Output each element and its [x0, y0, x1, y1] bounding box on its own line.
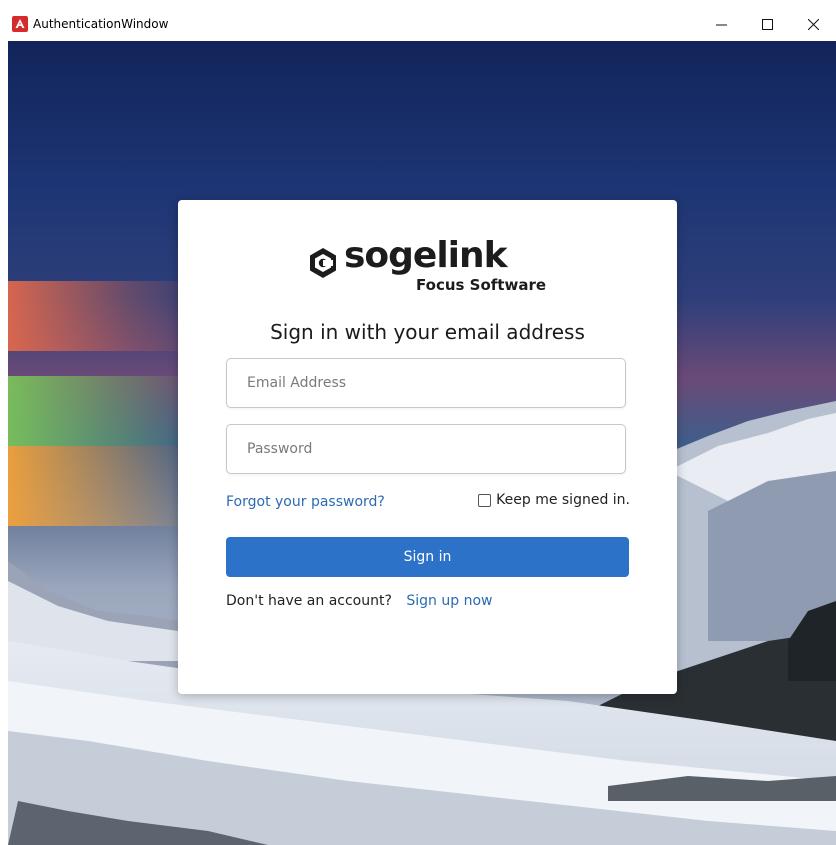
authentication-window: AuthenticationWindow sogelink Focus Soft…	[8, 8, 836, 845]
sign-up-link[interactable]: Sign up now	[406, 593, 492, 609]
password-placeholder: Password	[247, 441, 313, 457]
keep-signed-in-checkbox[interactable]	[478, 493, 492, 507]
email-placeholder: Email Address	[247, 375, 347, 391]
sogelink-logo-icon	[310, 248, 336, 278]
sign-in-label: Sign in	[403, 549, 452, 565]
form-heading: Sign in with your email address	[270, 320, 585, 344]
close-icon	[807, 19, 819, 30]
app-logo-icon	[12, 16, 28, 32]
minimize-button[interactable]	[698, 8, 744, 41]
minimize-icon	[715, 24, 727, 26]
maximize-button[interactable]	[744, 8, 790, 41]
sign-in-button[interactable]: Sign in	[226, 537, 629, 577]
email-field[interactable]: Email Address	[226, 358, 626, 408]
no-account-text: Don't have an account?	[226, 593, 392, 609]
brand-name: sogelink	[344, 235, 508, 276]
window-title: AuthenticationWindow	[33, 17, 169, 31]
close-button[interactable]	[790, 8, 836, 41]
forgot-password-link[interactable]: Forgot your password?	[226, 494, 385, 510]
password-field[interactable]: Password	[226, 424, 626, 474]
brand-subtitle: Focus Software	[416, 276, 547, 294]
keep-signed-in[interactable]: Keep me signed in.	[478, 492, 630, 508]
brand-logo: sogelink Focus Software	[306, 235, 566, 298]
title-bar[interactable]: AuthenticationWindow	[8, 8, 836, 41]
maximize-icon	[761, 19, 773, 30]
signup-row: Don't have an account? Sign up now	[226, 593, 492, 609]
login-card: sogelink Focus Software Sign in with you…	[178, 200, 677, 694]
keep-signed-in-label: Keep me signed in.	[496, 492, 630, 508]
